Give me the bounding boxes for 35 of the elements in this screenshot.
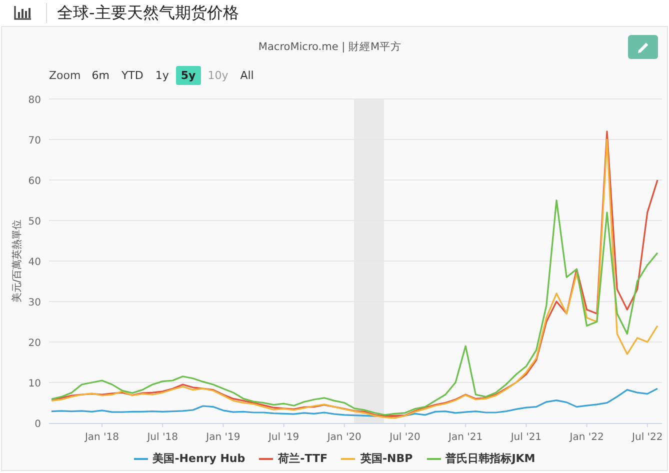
chart-credits: MacroMicro.me | 財經M平方 [258,40,402,54]
x-tick-label: Jan '21 [448,431,483,445]
y-tick-label: 20 [28,338,41,349]
edit-button[interactable] [628,35,658,59]
legend-item[interactable]: 美国-Henry Hub [134,451,246,466]
legend-item[interactable]: 荷兰-TTF [259,451,328,466]
legend-item[interactable]: 普氏日韩指标JKM [426,451,536,466]
x-tick-label: Jul '19 [268,431,300,445]
y-tick-label: 0 [34,419,41,430]
range-button[interactable]: 1y [150,66,174,84]
x-tick-label: Jul '22 [632,431,663,445]
x-tick-label: Jul '21 [510,431,542,445]
x-tick-label: Jan '19 [206,431,240,445]
x-tick-label: Jan '18 [84,431,120,445]
y-tick-label: 60 [28,176,41,187]
x-tick-label: Jul '20 [390,431,420,445]
bar-chart-icon [14,6,31,20]
x-tick-label: Jan '20 [327,431,362,445]
range-button[interactable]: All [235,66,259,84]
x-tick-label: Jul '18 [147,431,178,445]
y-axis-title: 美元/百萬英熱單位 [12,219,23,303]
zoom-label: Zoom [49,68,81,82]
range-button[interactable]: YTD [116,66,148,84]
y-tick-label: 80 [28,95,41,106]
y-tick-label: 50 [28,216,41,228]
page-title: 全球-主要天然气期货价格 [57,2,239,24]
range-button[interactable]: 6m [86,66,114,84]
legend-item[interactable]: 英国-NBP [341,451,413,466]
range-button[interactable]: 5y [176,66,201,84]
x-tick-label: Jan '22 [570,431,604,445]
y-tick-label: 40 [28,257,41,268]
pencil-icon [636,40,650,54]
y-tick-label: 30 [28,298,41,308]
y-tick-label: 10 [28,378,41,390]
y-tick-label: 70 [28,136,41,146]
